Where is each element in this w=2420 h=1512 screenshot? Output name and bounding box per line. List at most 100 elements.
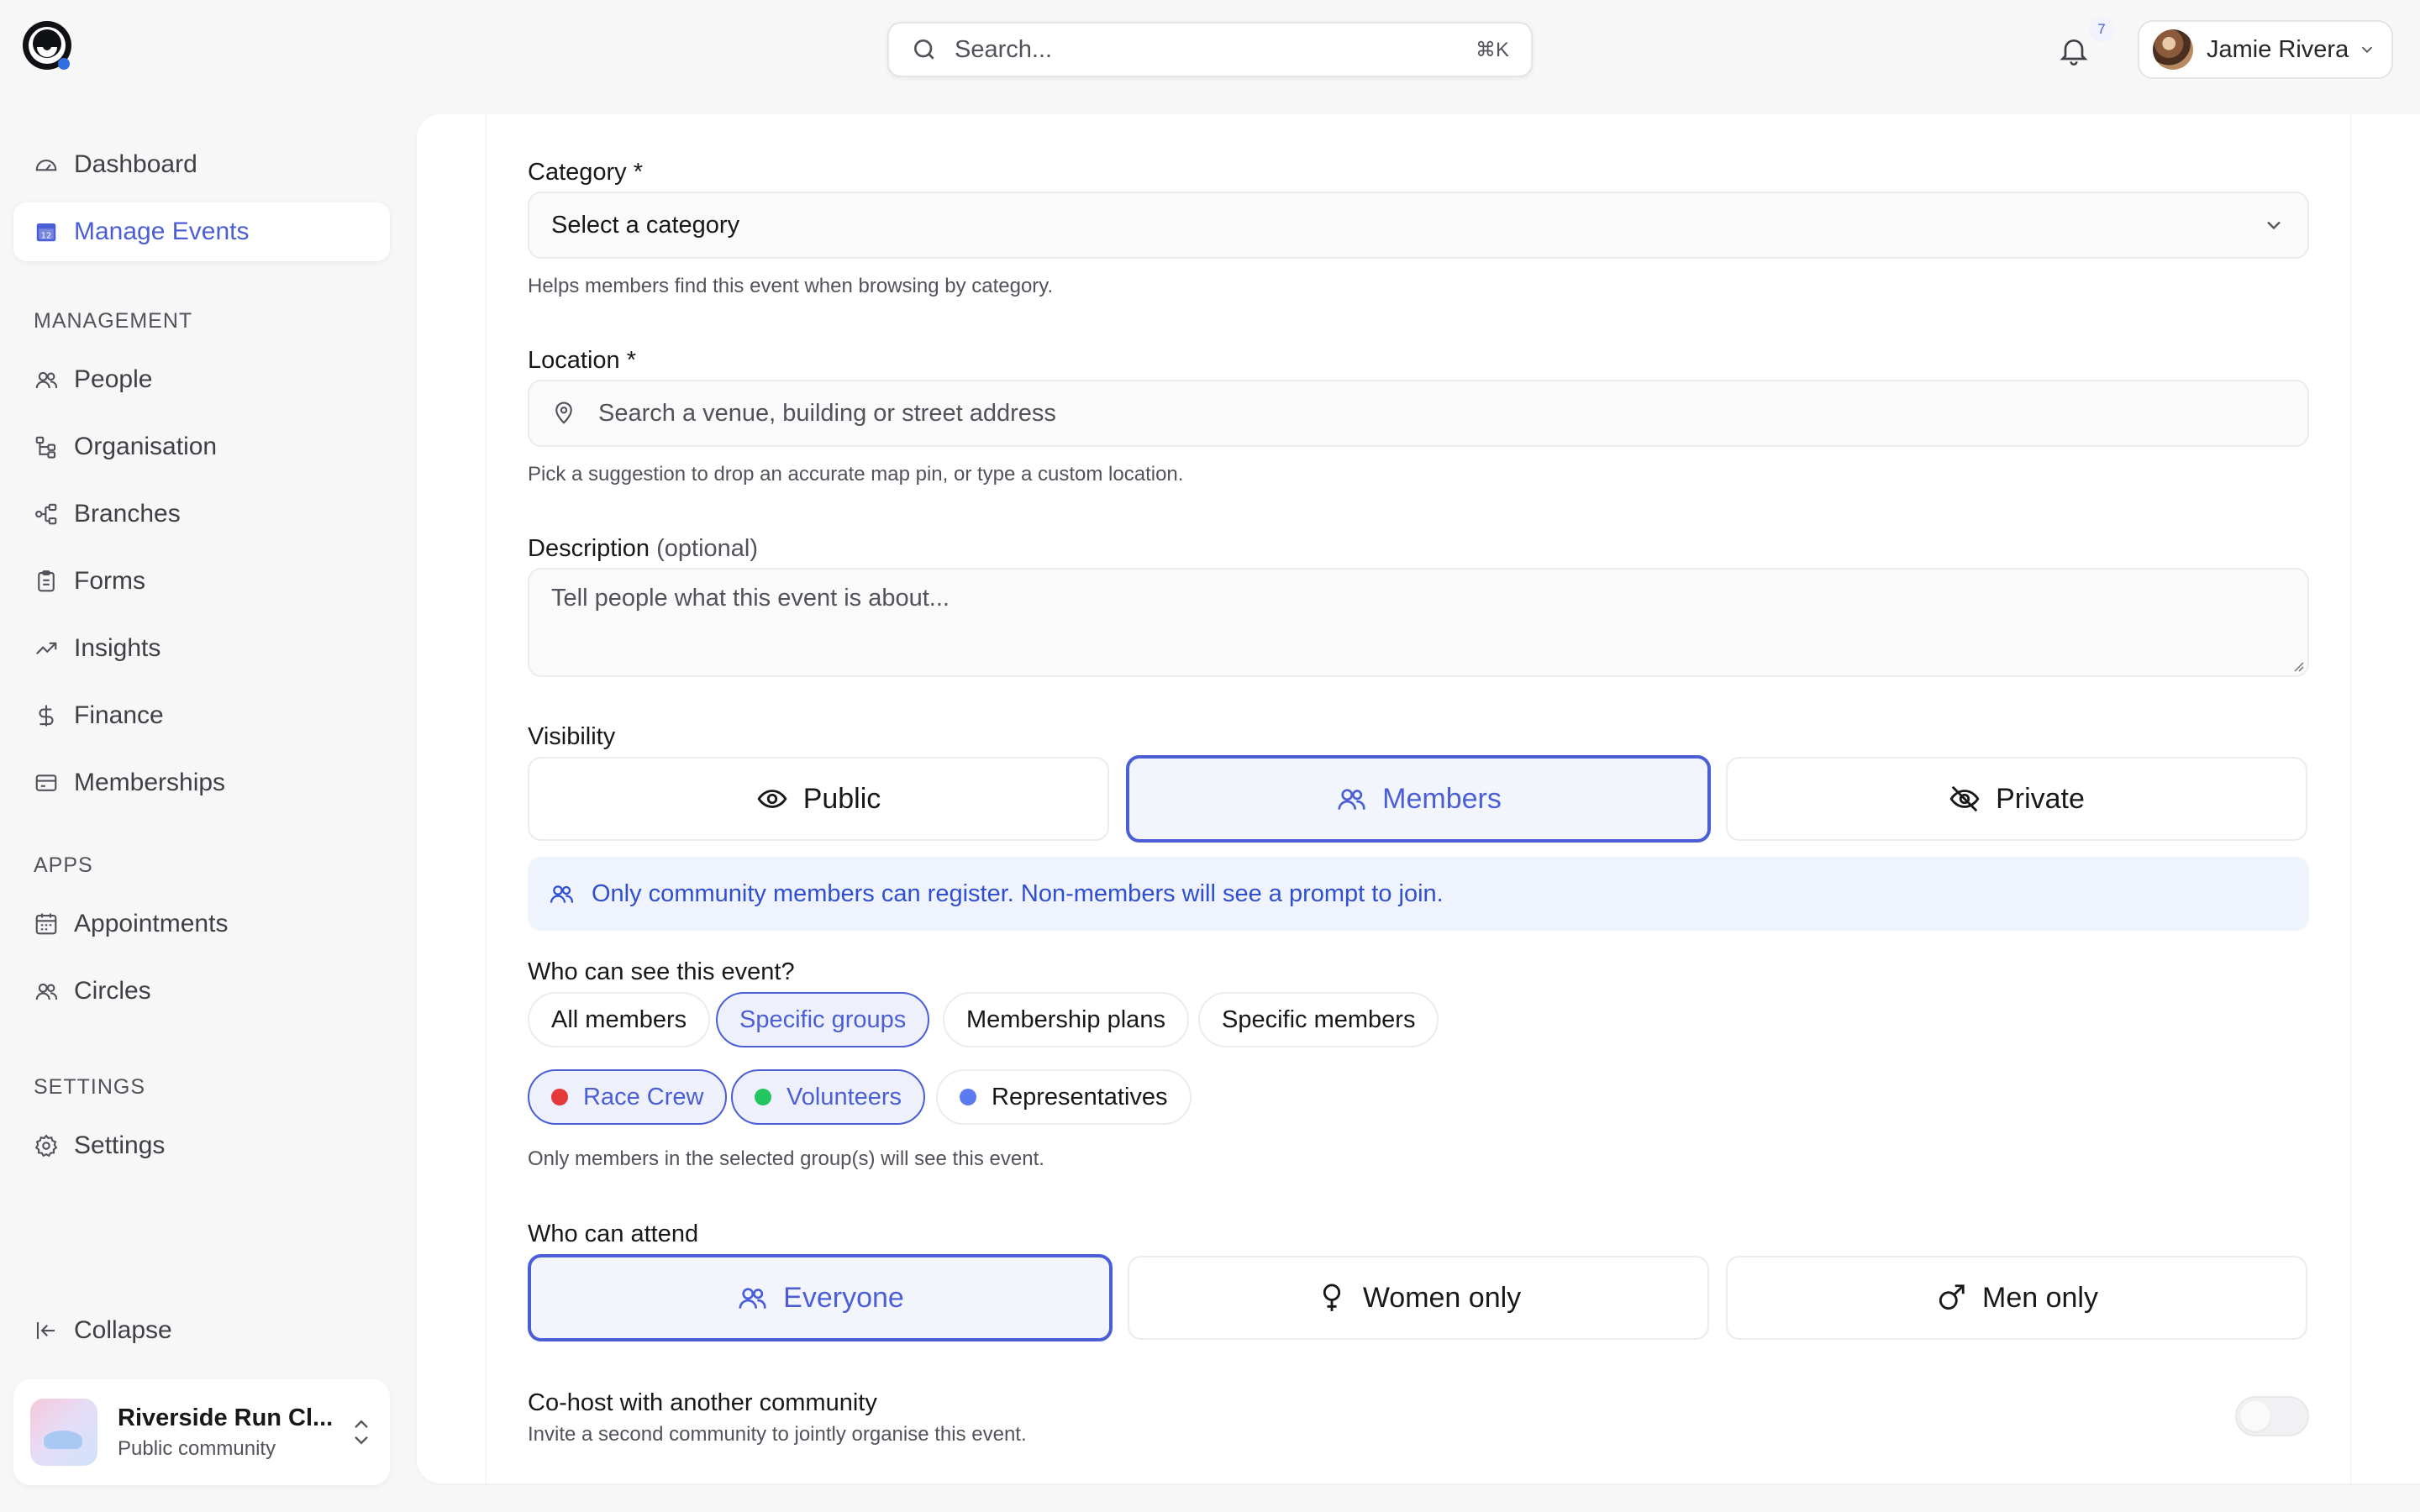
sidebar-item-people[interactable]: People (13, 350, 390, 409)
visibility-members-option[interactable]: Members (1126, 755, 1711, 843)
search-placeholder[interactable]: Search... (955, 36, 1476, 64)
option-label: Members (1382, 782, 1502, 815)
section-label-management: MANAGEMENT (34, 309, 193, 333)
option-label: Women only (1362, 1281, 1522, 1314)
sidebar-item-organisation[interactable]: Organisation (13, 417, 390, 476)
user-menu[interactable]: Jamie Rivera (2138, 20, 2393, 79)
gauge-icon (34, 152, 59, 177)
sidebar-item-insights[interactable]: Insights (13, 619, 390, 678)
description-textarea[interactable]: Tell people what this event is about... (528, 568, 2309, 677)
attend-men-only-option[interactable]: Men only (1726, 1256, 2307, 1340)
section-label-settings: SETTINGS (34, 1075, 146, 1099)
sidebar-item-label: Manage Events (74, 218, 250, 245)
content-divider (486, 114, 487, 1483)
option-label: Private (1996, 782, 2085, 815)
location-label: Location * (528, 347, 636, 374)
sidebar-item-finance[interactable]: Finance (13, 686, 390, 745)
group-chip-representatives[interactable]: Representatives (936, 1069, 1192, 1125)
category-label: Category * (528, 159, 644, 186)
resize-handle-icon[interactable] (2291, 659, 2304, 672)
group-chip-race-crew[interactable]: Race Crew (528, 1069, 728, 1125)
sidebar-item-label: Dashboard (74, 150, 197, 178)
eye-icon (756, 783, 788, 815)
map-pin-icon (551, 401, 576, 426)
cohost-toggle[interactable] (2235, 1396, 2309, 1436)
who-can-see-help: Only members in the selected group(s) wi… (528, 1147, 1044, 1170)
category-help: Helps members find this event when brows… (528, 275, 1054, 297)
collapse-icon (34, 1318, 59, 1343)
community-name: Riverside Run Cl... (118, 1404, 334, 1431)
location-placeholder: Search a venue, building or street addre… (598, 399, 1056, 427)
female-symbol-icon (1316, 1282, 1348, 1314)
description-placeholder: Tell people what this event is about... (551, 585, 950, 612)
calendar-icon: 12 (34, 219, 59, 244)
audience-specific-groups[interactable]: Specific groups (716, 992, 930, 1047)
avatar (2153, 29, 2193, 70)
sidebar-item-label: Settings (74, 1131, 166, 1159)
visibility-public-option[interactable]: Public (528, 757, 1109, 841)
clipboard-icon (34, 569, 59, 594)
info-text: Only community members can register. Non… (592, 879, 1444, 907)
chevron-down-icon (2262, 213, 2286, 237)
attend-everyone-option[interactable]: Everyone (528, 1254, 1113, 1341)
option-label: Men only (1982, 1281, 2098, 1314)
community-switcher[interactable]: Riverside Run Cl... Public community (13, 1379, 390, 1485)
description-label: Description (optional) (528, 535, 759, 562)
group-color-dot (551, 1089, 568, 1105)
chevron-up-down-icon (350, 1415, 373, 1449)
category-select[interactable]: Select a category (528, 192, 2309, 259)
option-label: Public (802, 782, 881, 815)
users-icon (548, 880, 575, 907)
sidebar-item-label: Finance (74, 701, 164, 729)
sidebar-item-appointments[interactable]: Appointments (13, 895, 390, 953)
category-select-value: Select a category (551, 211, 740, 239)
notification-count-badge: 7 (2089, 17, 2114, 42)
sidebar-item-forms[interactable]: Forms (13, 552, 390, 611)
svg-text:12: 12 (41, 232, 52, 241)
audience-membership-plans[interactable]: Membership plans (943, 992, 1189, 1047)
group-chip-volunteers[interactable]: Volunteers (731, 1069, 926, 1125)
gear-icon (34, 1133, 59, 1158)
bell-icon[interactable] (2057, 34, 2091, 67)
attend-women-only-option[interactable]: Women only (1128, 1256, 1709, 1340)
sidebar-item-manage-events[interactable]: 12 Manage Events (13, 202, 390, 261)
community-type: Public community (118, 1436, 276, 1460)
sidebar-item-circles[interactable]: Circles (13, 962, 390, 1021)
sidebar-item-branches[interactable]: Branches (13, 485, 390, 543)
calendar-grid-icon (34, 911, 59, 937)
sidebar-item-settings[interactable]: Settings (13, 1116, 390, 1175)
sidebar-item-label: Memberships (74, 769, 226, 796)
sidebar-item-label: Circles (74, 977, 151, 1005)
users-icon (34, 367, 59, 392)
app-logo[interactable] (20, 18, 74, 72)
visibility-private-option[interactable]: Private (1726, 757, 2307, 841)
sidebar-item-label: Insights (74, 634, 161, 662)
cohost-label: Co-host with another community (528, 1389, 877, 1416)
collapse-button[interactable]: Collapse (13, 1301, 390, 1360)
org-tree-icon (34, 434, 59, 459)
sidebar-item-dashboard[interactable]: Dashboard (13, 135, 390, 194)
content-divider (2350, 114, 2351, 1483)
sidebar-item-label: Appointments (74, 910, 229, 937)
who-can-see-label: Who can see this event? (528, 958, 795, 985)
male-symbol-icon (1935, 1282, 1967, 1314)
location-help: Pick a suggestion to drop an accurate ma… (528, 463, 1184, 486)
sidebar-item-label: People (74, 365, 153, 393)
location-input[interactable]: Search a venue, building or street addre… (528, 380, 2309, 447)
community-thumbnail (30, 1399, 97, 1466)
audience-specific-members[interactable]: Specific members (1198, 992, 1439, 1047)
audience-all-members[interactable]: All members (528, 992, 711, 1047)
sidebar-item-label: Forms (74, 567, 145, 595)
users-icon (34, 979, 59, 1004)
collapse-label: Collapse (74, 1316, 172, 1344)
users-icon (736, 1282, 768, 1314)
group-color-dot (960, 1089, 976, 1105)
search-shortcut: ⌘K (1475, 38, 1509, 61)
user-name: Jamie Rivera (2207, 35, 2349, 63)
sidebar-item-memberships[interactable]: Memberships (13, 753, 390, 812)
search-bar[interactable]: Search... ⌘K (887, 22, 1533, 77)
search-icon (911, 36, 938, 63)
sidebar-item-label: Branches (74, 500, 181, 528)
trending-up-icon (34, 636, 59, 661)
eye-off-icon (1949, 783, 1981, 815)
